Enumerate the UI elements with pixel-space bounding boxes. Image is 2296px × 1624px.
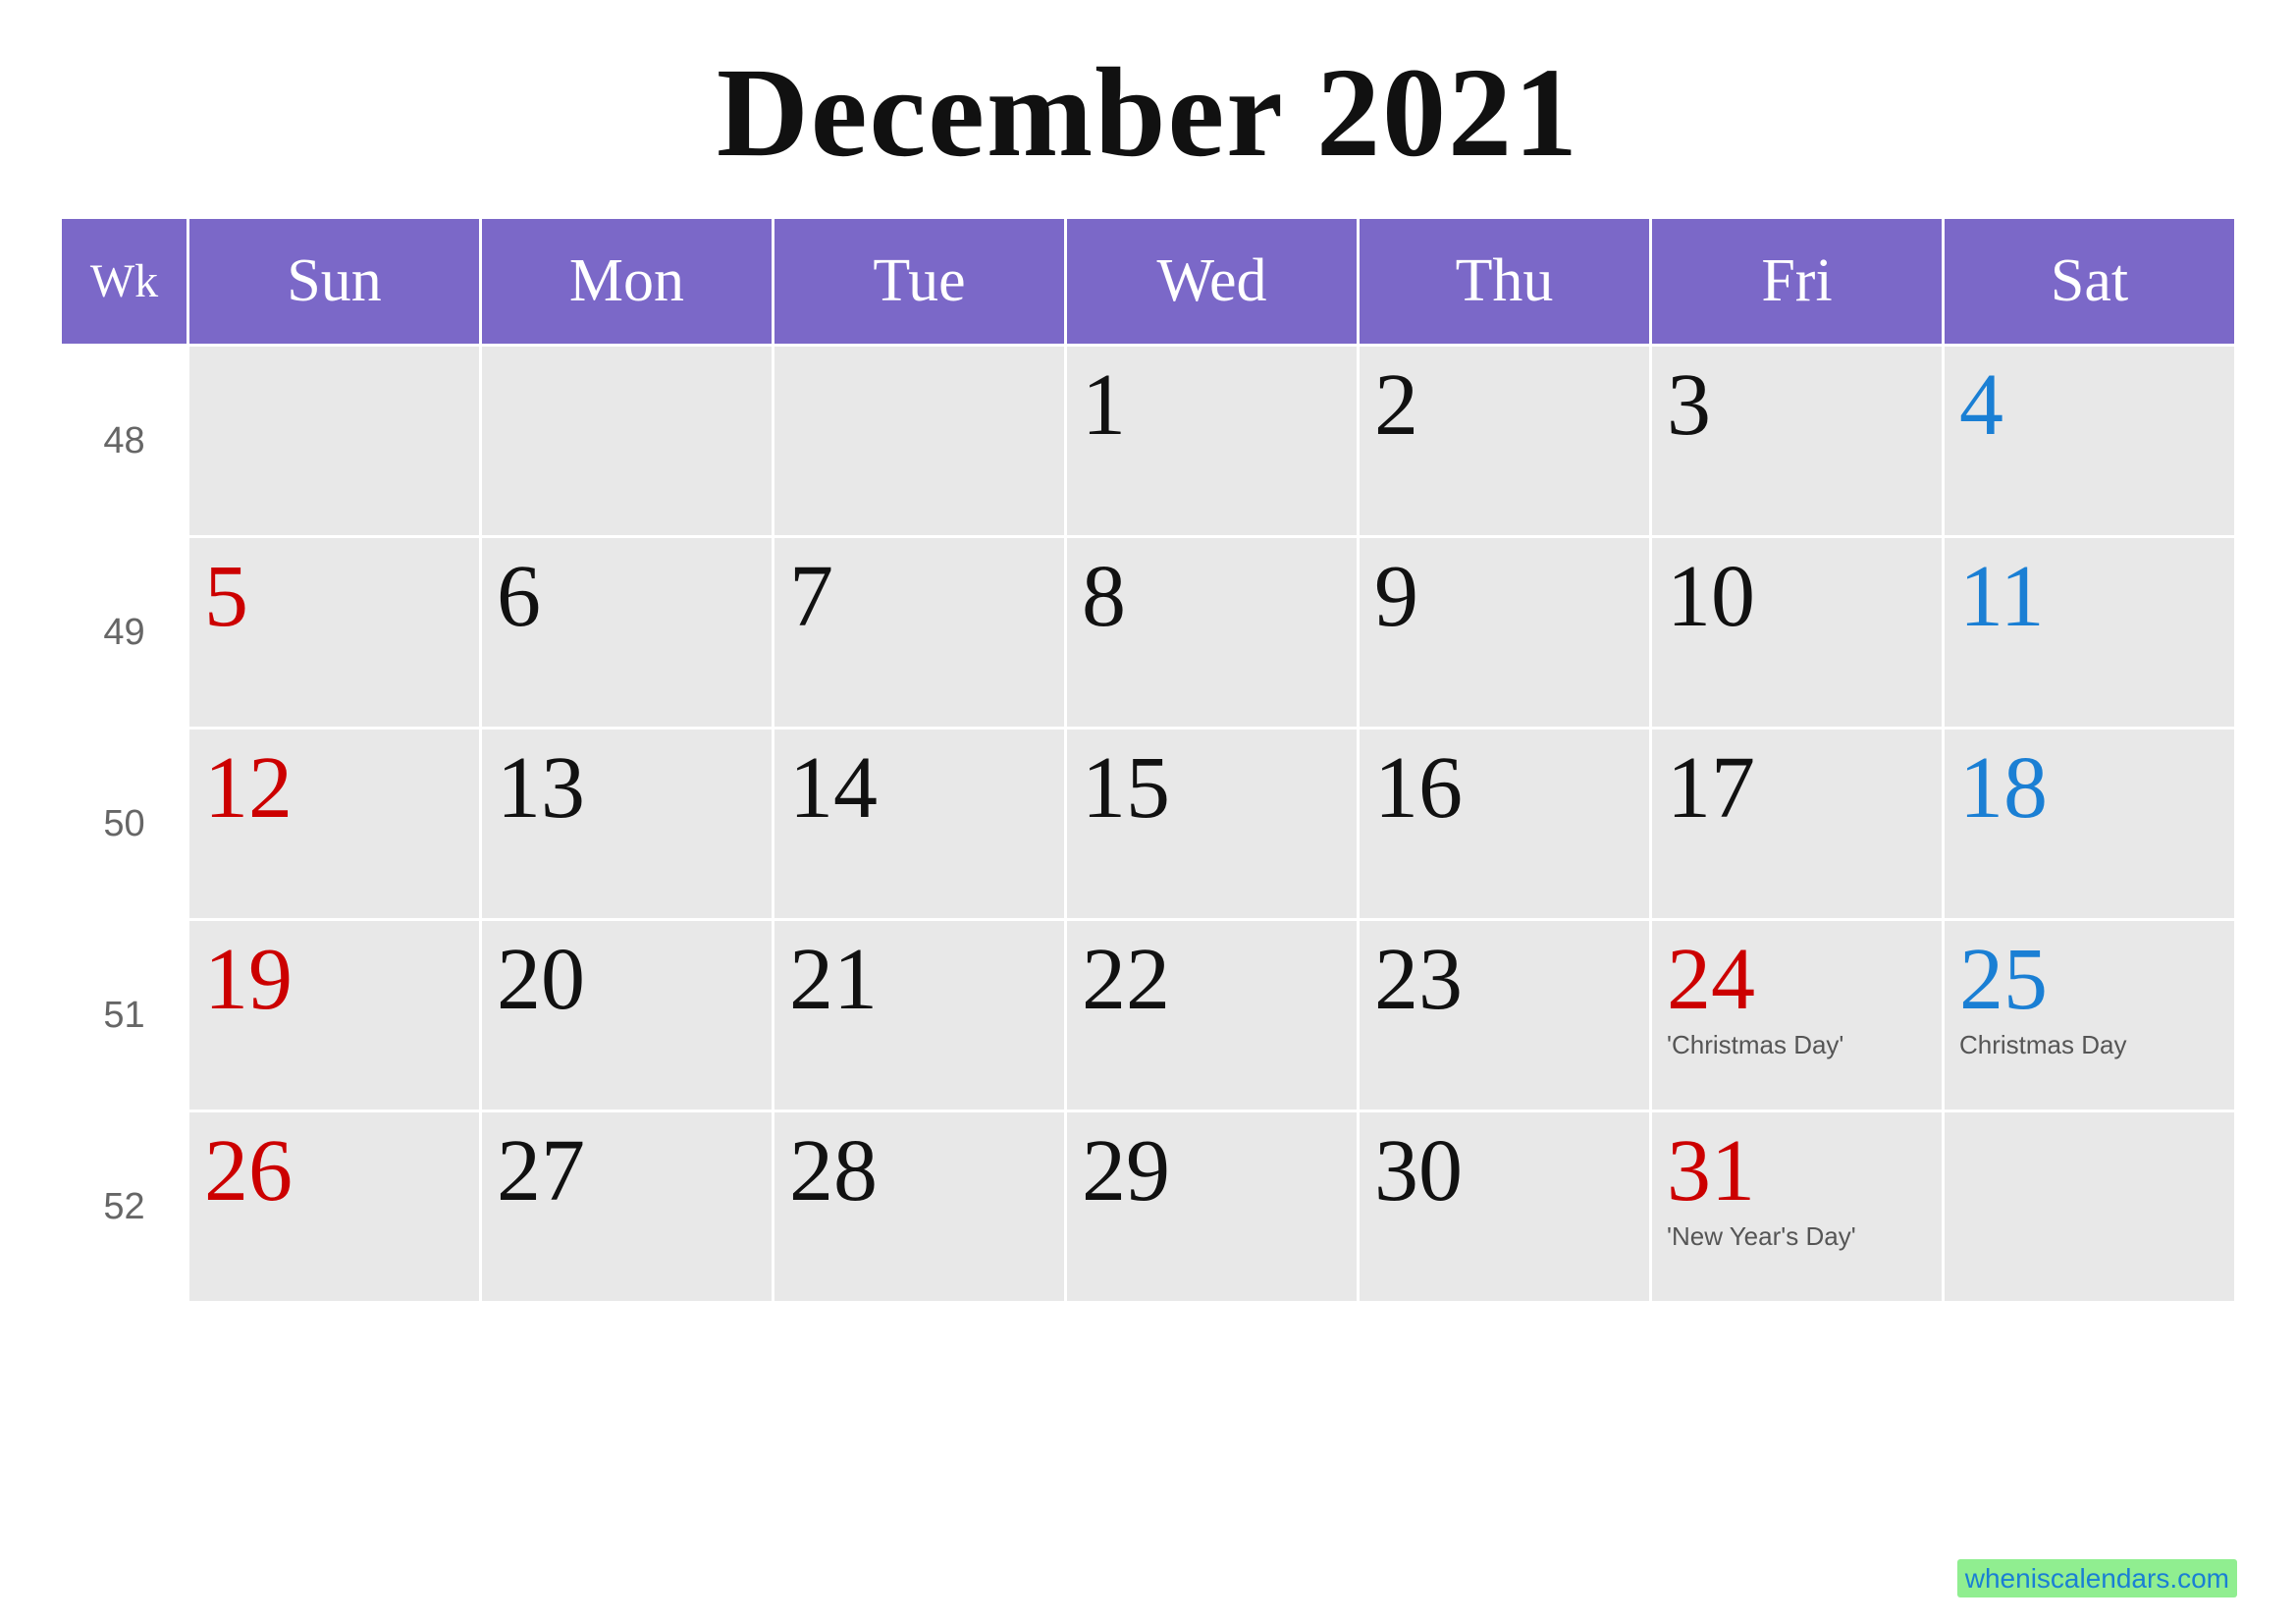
watermark: wheniscalendars.com: [1957, 1563, 2237, 1595]
day-cell: 12: [188, 729, 481, 920]
day-number: 29: [1082, 1122, 1342, 1219]
holiday-label: Christmas Day: [1959, 1030, 2219, 1060]
day-cell: 13: [481, 729, 774, 920]
header-tue: Tue: [774, 218, 1066, 346]
header-thu: Thu: [1359, 218, 1651, 346]
day-number: 15: [1082, 739, 1342, 837]
week-row-52: 52262728293031'New Year's Day': [61, 1111, 2236, 1303]
wk-number-51: 51: [61, 920, 188, 1111]
day-cell: 11: [1944, 537, 2236, 729]
day-cell: 6: [481, 537, 774, 729]
wk-number-52: 52: [61, 1111, 188, 1303]
day-number: 17: [1667, 739, 1927, 837]
day-number: 19: [204, 931, 464, 1028]
day-number: 14: [789, 739, 1049, 837]
day-number: 11: [1959, 548, 2219, 645]
week-row-50: 5012 13 14 15 16 17 18: [61, 729, 2236, 920]
day-number: 5: [204, 548, 464, 645]
day-number: 13: [497, 739, 757, 837]
day-cell: 17: [1651, 729, 1944, 920]
day-number: 20: [497, 931, 757, 1028]
day-cell: 15: [1066, 729, 1359, 920]
day-number: 9: [1374, 548, 1634, 645]
day-number: 24: [1667, 931, 1927, 1028]
watermark-link[interactable]: wheniscalendars.com: [1957, 1559, 2237, 1597]
week-row-51: 51192021222324'Christmas Day'25Christmas…: [61, 920, 2236, 1111]
day-cell: 7: [774, 537, 1066, 729]
holiday-label: 'New Year's Day': [1667, 1221, 1927, 1252]
header-sat: Sat: [1944, 218, 2236, 346]
day-number: 18: [1959, 739, 2219, 837]
day-number: 25: [1959, 931, 2219, 1028]
day-cell: 1: [1066, 346, 1359, 537]
week-row-48: 48 1234: [61, 346, 2236, 537]
day-cell: 30: [1359, 1111, 1651, 1303]
header-row: Wk Sun Mon Tue Wed Thu Fri Sat: [61, 218, 2236, 346]
day-number: 22: [1082, 931, 1342, 1028]
page-container: December 2021 Wk Sun Mon Tue Wed Thu Fri…: [0, 0, 2296, 1624]
day-cell: 29: [1066, 1111, 1359, 1303]
day-cell: 16: [1359, 729, 1651, 920]
day-number: 8: [1082, 548, 1342, 645]
day-cell: 10: [1651, 537, 1944, 729]
day-cell: 4: [1944, 346, 2236, 537]
day-cell: 27: [481, 1111, 774, 1303]
day-cell: 3: [1651, 346, 1944, 537]
day-cell: 2: [1359, 346, 1651, 537]
day-cell: 9: [1359, 537, 1651, 729]
day-number: 3: [1667, 356, 1927, 454]
day-cell: [188, 346, 481, 537]
day-number: 10: [1667, 548, 1927, 645]
wk-number-49: 49: [61, 537, 188, 729]
day-number: 21: [789, 931, 1049, 1028]
day-number: 31: [1667, 1122, 1927, 1219]
day-cell: [774, 346, 1066, 537]
header-fri: Fri: [1651, 218, 1944, 346]
day-number: 6: [497, 548, 757, 645]
day-cell: 26: [188, 1111, 481, 1303]
holiday-label: 'Christmas Day': [1667, 1030, 1927, 1060]
calendar-title: December 2021: [59, 39, 2237, 187]
day-cell: 28: [774, 1111, 1066, 1303]
wk-number-48: 48: [61, 346, 188, 537]
header-wed: Wed: [1066, 218, 1359, 346]
day-cell: 22: [1066, 920, 1359, 1111]
header-mon: Mon: [481, 218, 774, 346]
day-cell: 19: [188, 920, 481, 1111]
day-cell: 24'Christmas Day': [1651, 920, 1944, 1111]
day-number: 27: [497, 1122, 757, 1219]
day-number: 1: [1082, 356, 1342, 454]
day-number: 12: [204, 739, 464, 837]
day-number: 28: [789, 1122, 1049, 1219]
day-number: 7: [789, 548, 1049, 645]
day-cell: 20: [481, 920, 774, 1111]
day-number: 30: [1374, 1122, 1634, 1219]
wk-number-50: 50: [61, 729, 188, 920]
day-cell: 5: [188, 537, 481, 729]
day-number: 16: [1374, 739, 1634, 837]
calendar-table: Wk Sun Mon Tue Wed Thu Fri Sat 481234495…: [59, 216, 2237, 1304]
day-number: 2: [1374, 356, 1634, 454]
week-row-49: 4956789 10 11: [61, 537, 2236, 729]
day-cell: 8: [1066, 537, 1359, 729]
header-sun: Sun: [188, 218, 481, 346]
day-number: 4: [1959, 356, 2219, 454]
day-number: 26: [204, 1122, 464, 1219]
day-cell: 25Christmas Day: [1944, 920, 2236, 1111]
day-number: 23: [1374, 931, 1634, 1028]
day-cell: 14: [774, 729, 1066, 920]
day-cell: 31'New Year's Day': [1651, 1111, 1944, 1303]
day-cell: 21: [774, 920, 1066, 1111]
day-cell: 18: [1944, 729, 2236, 920]
day-cell: 23: [1359, 920, 1651, 1111]
header-wk: Wk: [61, 218, 188, 346]
day-cell: [1944, 1111, 2236, 1303]
day-cell: [481, 346, 774, 537]
